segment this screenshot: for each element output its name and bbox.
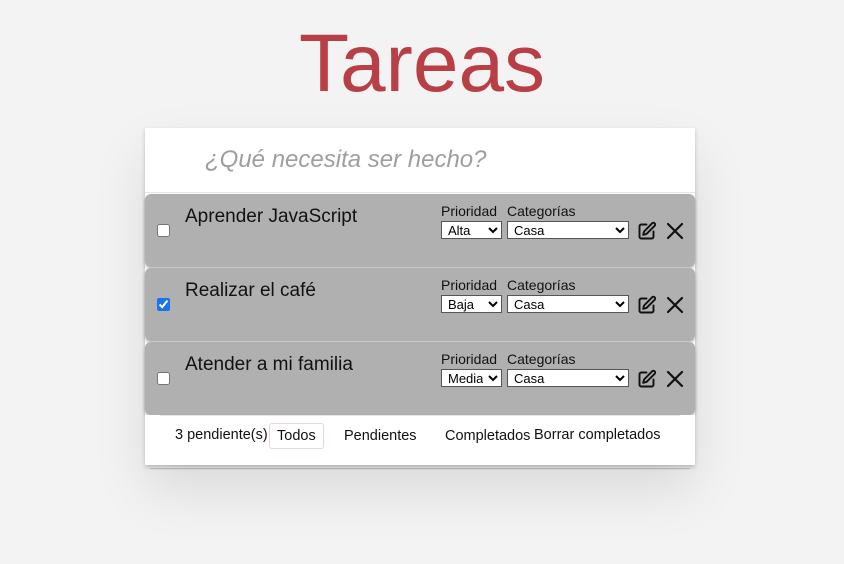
close-icon[interactable] [664,220,686,242]
todo-label: Aprender JavaScript [185,206,358,227]
todo-count: 3 pendiente(s) [175,427,268,443]
filter-completed-link[interactable]: Completados [437,423,538,449]
priority-select[interactable]: Media [441,369,502,387]
todo-label: Atender a mi familia [185,354,353,375]
category-select[interactable]: Casa [507,295,629,313]
todo-toggle-checkbox[interactable] [157,224,170,237]
todo-item: Realizar el café Prioridad Categorías Ba… [145,268,695,341]
filter-all-link[interactable]: Todos [269,423,324,449]
priority-label: Prioridad [441,277,498,293]
clear-completed-button[interactable]: Borrar completados [534,426,661,444]
todo-item: Aprender JavaScript Prioridad Categorías… [145,194,695,267]
close-icon[interactable] [664,368,686,390]
todo-list: Aprender JavaScript Prioridad Categorías… [145,194,695,415]
edit-icon[interactable] [635,220,657,242]
new-todo-input[interactable] [145,128,695,193]
todo-item: Atender a mi familia Prioridad Categoría… [145,342,695,415]
priority-label: Prioridad [441,351,498,367]
category-label: Categorías [507,277,576,293]
close-icon[interactable] [664,294,686,316]
todo-toggle-checkbox[interactable] [157,372,170,385]
footer-divider [160,415,680,416]
priority-label: Prioridad [441,203,498,219]
page-title: Tareas [298,18,546,109]
footer: 3 pendiente(s) Todos Pendientes Completa… [145,415,695,465]
category-label: Categorías [507,351,576,367]
todo-toggle-checkbox[interactable] [157,298,170,311]
priority-select[interactable]: Alta [441,221,502,239]
todo-label: Realizar el café [185,280,316,301]
category-label: Categorías [507,203,576,219]
filter-active-link[interactable]: Pendientes [336,423,425,449]
edit-icon[interactable] [635,294,657,316]
category-select[interactable]: Casa [507,369,629,387]
todo-app: Aprender JavaScript Prioridad Categorías… [145,128,695,465]
category-select[interactable]: Casa [507,221,629,239]
priority-select[interactable]: Baja [441,295,502,313]
edit-icon[interactable] [635,368,657,390]
